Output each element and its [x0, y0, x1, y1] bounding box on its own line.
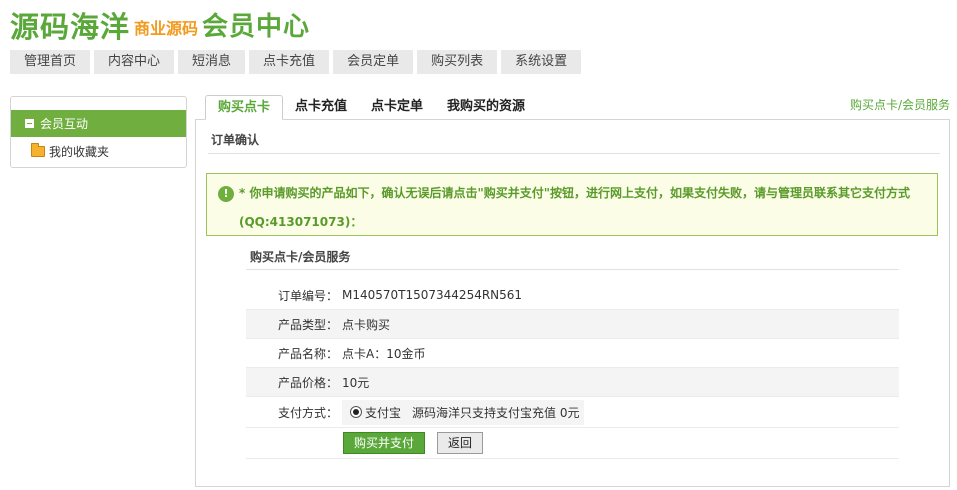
payment-note: 源码海洋只支持支付宝充值 0元	[412, 405, 580, 420]
notice-text: * 你申请购买的产品如下，确认无误后请点击"购买并支付"按钮，进行网上支付，如果…	[239, 186, 910, 229]
divider	[208, 153, 940, 154]
divider	[246, 269, 899, 270]
sidebar-item-member-interaction[interactable]: 会员互动	[11, 110, 186, 137]
top-navigation: 管理首页 内容中心 短消息 点卡充值 会员定单 购买列表 系统设置	[10, 50, 582, 74]
product-name-row: 产品名称： 点卡A：10金币	[246, 339, 899, 368]
product-type-label: 产品类型：	[277, 317, 338, 332]
sidebar-item-label: 我的收藏夹	[49, 144, 110, 159]
tab-bar: 购买点卡 点卡充值 点卡定单 我购买的资源	[205, 95, 950, 120]
payment-label: 支付方式：	[277, 405, 338, 420]
alipay-radio[interactable]	[350, 406, 362, 418]
main-panel: 订单确认 ! * 你申请购买的产品如下，确认无误后请点击"购买并支付"按钮，进行…	[195, 119, 950, 487]
order-number-label: 订单编号：	[277, 288, 338, 303]
notice-box: ! * 你申请购买的产品如下，确认无误后请点击"购买并支付"按钮，进行网上支付，…	[206, 173, 938, 236]
tab-my-purchases[interactable]: 我购买的资源	[435, 95, 537, 120]
logo-center-text: 会员中心	[202, 12, 311, 42]
breadcrumb-link[interactable]: 购买点卡/会员服务	[850, 96, 950, 113]
tab-card-orders[interactable]: 点卡定单	[359, 95, 435, 120]
buy-and-pay-button[interactable]: 购买并支付	[343, 432, 426, 454]
nav-item-purchases[interactable]: 购买列表	[417, 50, 498, 74]
panel-title: 订单确认	[211, 133, 260, 147]
collapse-icon	[25, 119, 34, 128]
price-row: 产品价格： 10元	[246, 368, 899, 397]
nav-item-content[interactable]: 内容中心	[94, 50, 175, 74]
sidebar-item-favorites[interactable]: 我的收藏夹	[11, 137, 186, 165]
payment-options: 支付宝 源码海洋只支持支付宝充值 0元	[342, 399, 585, 425]
price-label: 产品价格：	[277, 375, 338, 390]
product-type-row: 产品类型： 点卡购买	[246, 310, 899, 339]
sidebar: 会员互动 我的收藏夹	[10, 96, 187, 168]
nav-item-settings[interactable]: 系统设置	[501, 50, 582, 74]
section-title: 购买点卡/会员服务	[250, 250, 351, 264]
site-logo: 源码海洋 商业源码 会员中心	[10, 4, 310, 44]
order-number-row: 订单编号： M140570T1507344254RN561	[246, 281, 899, 310]
product-type-value: 点卡购买	[342, 317, 391, 332]
back-button[interactable]: 返回	[437, 432, 484, 454]
folder-icon	[31, 142, 45, 157]
logo-main-text: 源码海洋	[10, 10, 131, 44]
alert-icon: !	[218, 186, 234, 202]
price-value: 10元	[342, 375, 370, 390]
order-form: 订单编号： M140570T1507344254RN561 产品类型： 点卡购买…	[246, 281, 899, 459]
product-name-label: 产品名称：	[277, 346, 338, 361]
logo-sub-text: 商业源码	[134, 19, 199, 38]
tab-card-recharge[interactable]: 点卡充值	[283, 95, 359, 120]
tab-buy-card[interactable]: 购买点卡	[205, 95, 284, 120]
order-number-value: M140570T1507344254RN561	[342, 288, 523, 302]
action-row: 购买并支付 返回	[246, 428, 899, 459]
sidebar-item-label: 会员互动	[40, 117, 89, 131]
nav-item-messages[interactable]: 短消息	[178, 50, 246, 74]
nav-item-home[interactable]: 管理首页	[10, 50, 91, 74]
nav-item-recharge[interactable]: 点卡充值	[249, 50, 330, 74]
alipay-label[interactable]: 支付宝	[365, 404, 401, 421]
product-name-value: 点卡A：10金币	[342, 346, 426, 361]
payment-row: 支付方式： 支付宝 源码海洋只支持支付宝充值 0元	[246, 397, 899, 428]
nav-item-orders[interactable]: 会员定单	[333, 50, 414, 74]
